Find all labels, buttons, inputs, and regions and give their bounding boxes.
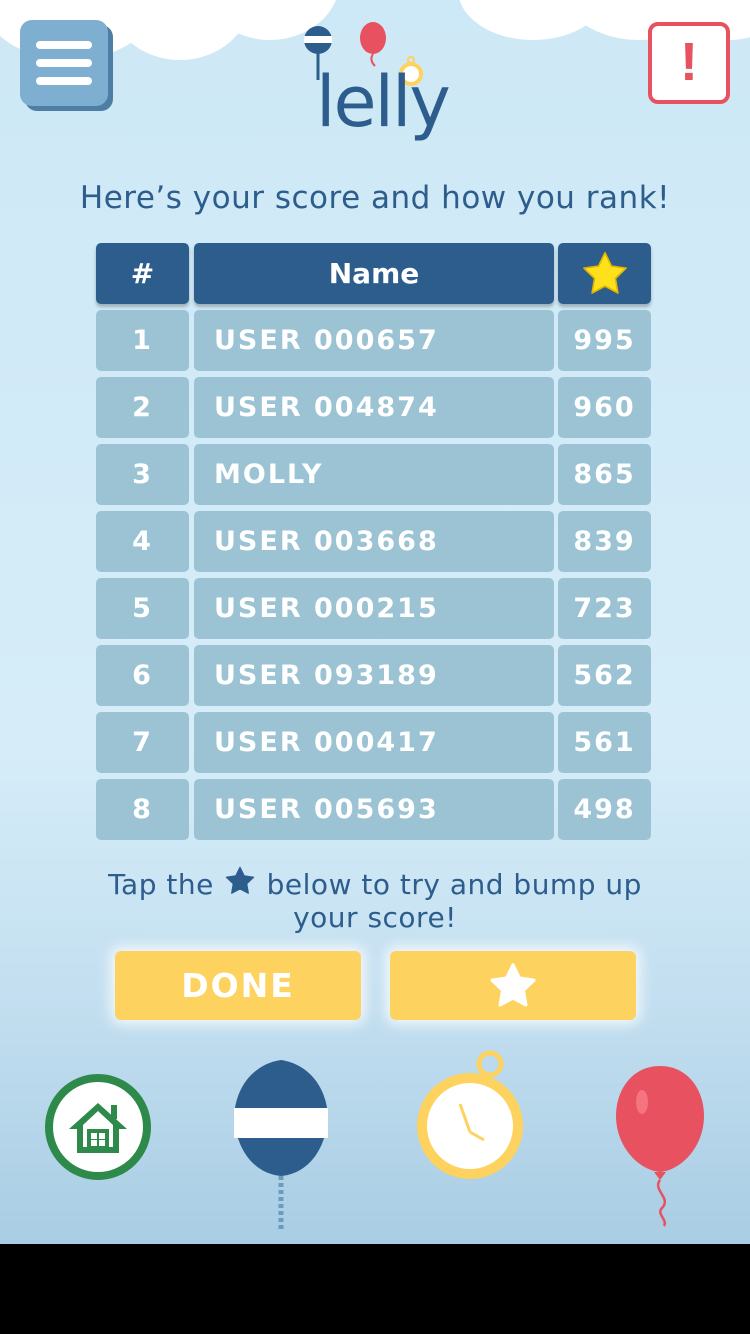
score-cell: 562 xyxy=(558,645,651,706)
buoy-button[interactable] xyxy=(230,1056,332,1236)
name-cell: USER 000215 xyxy=(194,578,554,639)
bottom-black-bar xyxy=(0,1244,750,1334)
rank-cell: 6 xyxy=(96,645,189,706)
table-row: 8 USER 005693 498 xyxy=(96,779,652,846)
table-header-row: # Name xyxy=(96,243,652,310)
name-cell: USER 005693 xyxy=(194,779,554,840)
stopwatch-button[interactable] xyxy=(414,1048,526,1184)
menu-icon xyxy=(36,41,92,49)
logo-text: lelly xyxy=(316,61,451,143)
name-cell: USER 000417 xyxy=(194,712,554,773)
column-header-name: Name xyxy=(194,243,554,304)
table-row: 2 USER 004874 960 xyxy=(96,377,652,444)
page-subtitle: Here’s your score and how you rank! xyxy=(79,180,671,216)
score-cell: 960 xyxy=(558,377,651,438)
table-row: 3 MOLLY 865 xyxy=(96,444,652,511)
rank-cell: 1 xyxy=(96,310,189,371)
name-cell: USER 000657 xyxy=(194,310,554,371)
rank-cell: 7 xyxy=(96,712,189,773)
alert-button[interactable]: ! xyxy=(648,22,730,104)
tip-text: Tap the below to try and bump up your sc… xyxy=(100,865,650,934)
table-row: 7 USER 000417 561 xyxy=(96,712,652,779)
star-icon xyxy=(490,962,536,1007)
score-cell: 723 xyxy=(558,578,651,639)
bump-score-button[interactable] xyxy=(390,951,636,1020)
done-button[interactable]: DONE xyxy=(115,951,361,1020)
leaderboard-table: # Name 1 USER 000657 995 2 USER 004874 9… xyxy=(96,243,652,846)
home-button[interactable] xyxy=(45,1074,151,1180)
table-row: 1 USER 000657 995 xyxy=(96,310,652,377)
balloon-button[interactable] xyxy=(612,1062,708,1228)
name-cell: USER 003668 xyxy=(194,511,554,572)
tip-text-before: Tap the xyxy=(108,868,214,901)
score-cell: 839 xyxy=(558,511,651,572)
table-row: 6 USER 093189 562 xyxy=(96,645,652,712)
rank-cell: 3 xyxy=(96,444,189,505)
table-row: 5 USER 000215 723 xyxy=(96,578,652,645)
table-row: 4 USER 003668 839 xyxy=(96,511,652,578)
score-cell: 995 xyxy=(558,310,651,371)
rank-cell: 8 xyxy=(96,779,189,840)
score-cell: 865 xyxy=(558,444,651,505)
name-cell: USER 093189 xyxy=(194,645,554,706)
menu-icon xyxy=(36,59,92,67)
tip-text-after: below to try and bump up your score! xyxy=(266,868,642,934)
score-cell: 498 xyxy=(558,779,651,840)
app-screen: lelly ! Here’s your score and how you ra… xyxy=(0,0,750,1244)
menu-icon xyxy=(36,77,92,85)
home-icon xyxy=(69,1103,127,1153)
name-cell: MOLLY xyxy=(194,444,554,505)
column-header-score xyxy=(558,243,651,304)
column-header-rank: # xyxy=(96,243,189,304)
score-cell: 561 xyxy=(558,712,651,773)
star-icon xyxy=(226,866,255,894)
rank-cell: 2 xyxy=(96,377,189,438)
rank-cell: 4 xyxy=(96,511,189,572)
rank-cell: 5 xyxy=(96,578,189,639)
menu-button[interactable] xyxy=(20,20,108,106)
star-icon xyxy=(582,251,627,294)
name-cell: USER 004874 xyxy=(194,377,554,438)
